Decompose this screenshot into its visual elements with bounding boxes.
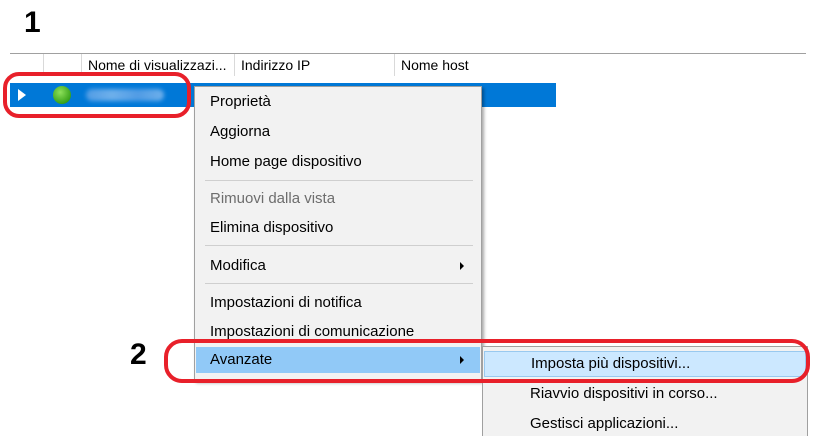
callout-avanzate-highlight: [164, 339, 810, 383]
menu-item-elimina[interactable]: Elimina dispositivo: [196, 215, 480, 241]
menu-item-rimuovi: Rimuovi dalla vista: [210, 190, 336, 207]
column-header-host-name[interactable]: Nome host: [395, 54, 555, 76]
menu-item-modifica[interactable]: Modifica: [196, 253, 480, 279]
context-menu: Proprietà Aggiorna Home page dispositivo…: [194, 86, 482, 381]
menu-item-modifica-label: Modifica: [210, 257, 266, 274]
menu-item-aggiorna[interactable]: Aggiorna: [196, 119, 480, 145]
menu-item-notifica[interactable]: Impostazioni di notifica: [196, 290, 480, 316]
step-number-2: 2: [130, 338, 147, 371]
menu-separator: [205, 180, 473, 181]
step-number-1: 1: [24, 6, 41, 39]
submenu-item-gestisci-applicazioni[interactable]: Gestisci applicazioni...: [484, 411, 806, 436]
menu-separator: [205, 283, 473, 284]
chevron-right-icon: [460, 262, 464, 270]
menu-item-home-page[interactable]: Home page dispositivo: [196, 149, 480, 175]
menu-separator: [205, 245, 473, 246]
callout-row-highlight: [3, 72, 191, 118]
submenu-item-riavvio-dispositivi[interactable]: Riavvio dispositivi in corso...: [484, 381, 806, 407]
menu-item-proprieta[interactable]: Proprietà: [196, 89, 480, 115]
column-header-ip-address[interactable]: Indirizzo IP: [235, 54, 395, 76]
